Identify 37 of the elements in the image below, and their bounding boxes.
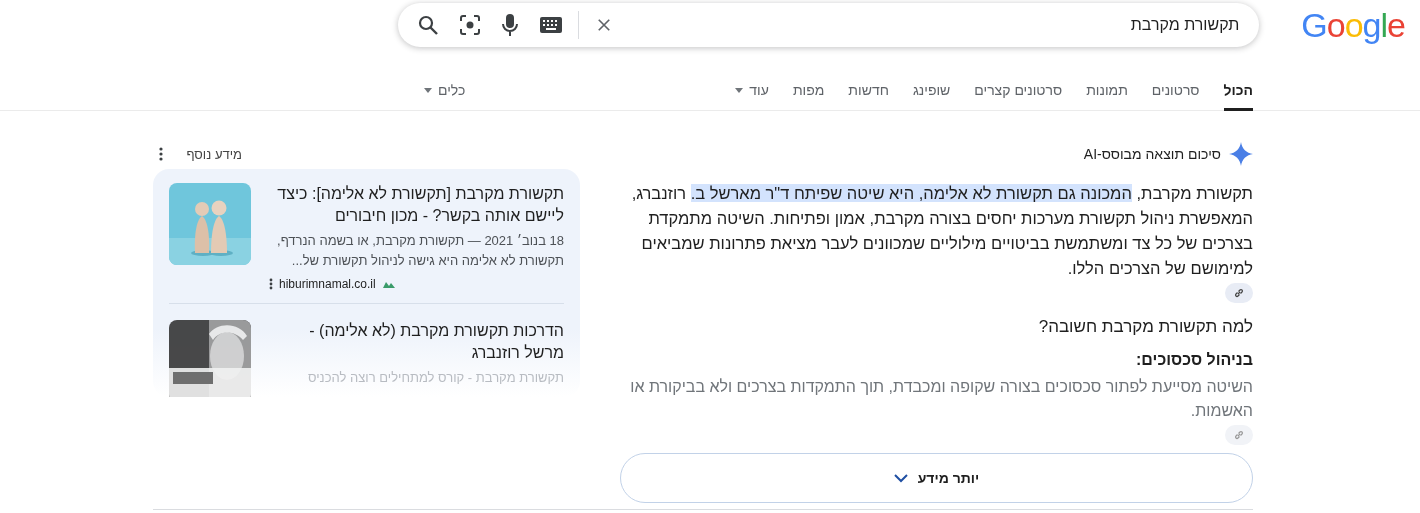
chevron-down-icon: [893, 473, 908, 483]
caret-icon: [424, 87, 432, 93]
search-icon[interactable]: [418, 15, 439, 35]
tools-button[interactable]: כלים: [412, 72, 478, 111]
link-icon: [1234, 430, 1244, 440]
sparkle-icon: [1229, 142, 1253, 166]
result-title-link[interactable]: הדרכות תקשורת מקרבת (לא אלימה) - מרשל רוזנברג: [269, 320, 564, 364]
tab[interactable]: שופינג: [900, 72, 963, 111]
subheading: בניהול סכסוכים:: [1135, 351, 1253, 369]
tab[interactable]: הכול: [1223, 72, 1253, 111]
keyboard-icon[interactable]: [540, 17, 563, 33]
microphone-icon[interactable]: [502, 14, 519, 36]
overview-paragraph: תקשורת מקרבת, המכונה גם תקשורת לא אלימה, היא שיטה שפיתח ד"ר מארשל ב. רוזנברג, המאפשרת ניהול תקשורת מערכות יחסים בצורה מקרבת, אמון ופתיחות. השיטה מתמקדת בצרכים של כל צד ומשתמשת בביטויים מילוליים שמכוונים לעבר מציאת פתרונות שמביאים למימושם של הצרכים הללו.: [630, 183, 1253, 279]
section-heading: למה תקשורת מקרבת חשובה?: [1037, 317, 1253, 337]
tab[interactable]: סרטונים קצרים: [962, 72, 1075, 111]
tab[interactable]: חדשות: [836, 72, 901, 111]
tab[interactable]: תמונות: [1074, 72, 1140, 111]
tab[interactable]: מפות: [780, 72, 837, 111]
panel-title: מידע נוסף: [186, 146, 243, 162]
camera-search-icon[interactable]: [460, 15, 481, 35]
link-chip[interactable]: [1225, 283, 1253, 303]
result-snippet: תקשורת מקרבת - קורס למתחילים רוצה להכניס: [306, 369, 564, 387]
link-icon: [1234, 288, 1244, 298]
more-options-icon[interactable]: [269, 278, 273, 290]
tab[interactable]: סרטונים: [1139, 72, 1212, 111]
search-query[interactable]: תקשורת מקרבת: [635, 16, 1240, 34]
tab[interactable]: עוד: [723, 72, 781, 111]
show-more-button[interactable]: יותר מידע: [620, 453, 1253, 503]
more-options-icon[interactable]: [159, 147, 163, 161]
ai-overview-title: סיכום תוצאה מבוסס-AI: [1083, 146, 1221, 162]
source-url: hiburimnamal.co.il: [279, 277, 376, 291]
logo[interactable]: Google: [1301, 5, 1405, 45]
search-field[interactable]: תקשורת מקרבת: [398, 3, 1260, 47]
caret-icon: [735, 87, 744, 93]
result-title-link[interactable]: תקשורת מקרבת [תקשורת לא אלימה]: כיצד ליישם אותה בקשר? - מכון חיבורים: [269, 183, 564, 227]
overview-paragraph: השיטה מסייעת לפתור סכסוכים בצורה שקופה ומכבדת, תוך התמקדות בצרכים ולא בביקורת או האשמות.: [629, 377, 1253, 421]
result-snippet: 18 בנוב׳ 2021 — תקשורת מקרבת, או בשמה הנרדף, תקשורת לא אלימה היא גישה לניהול תקשורת של...: [276, 232, 564, 270]
